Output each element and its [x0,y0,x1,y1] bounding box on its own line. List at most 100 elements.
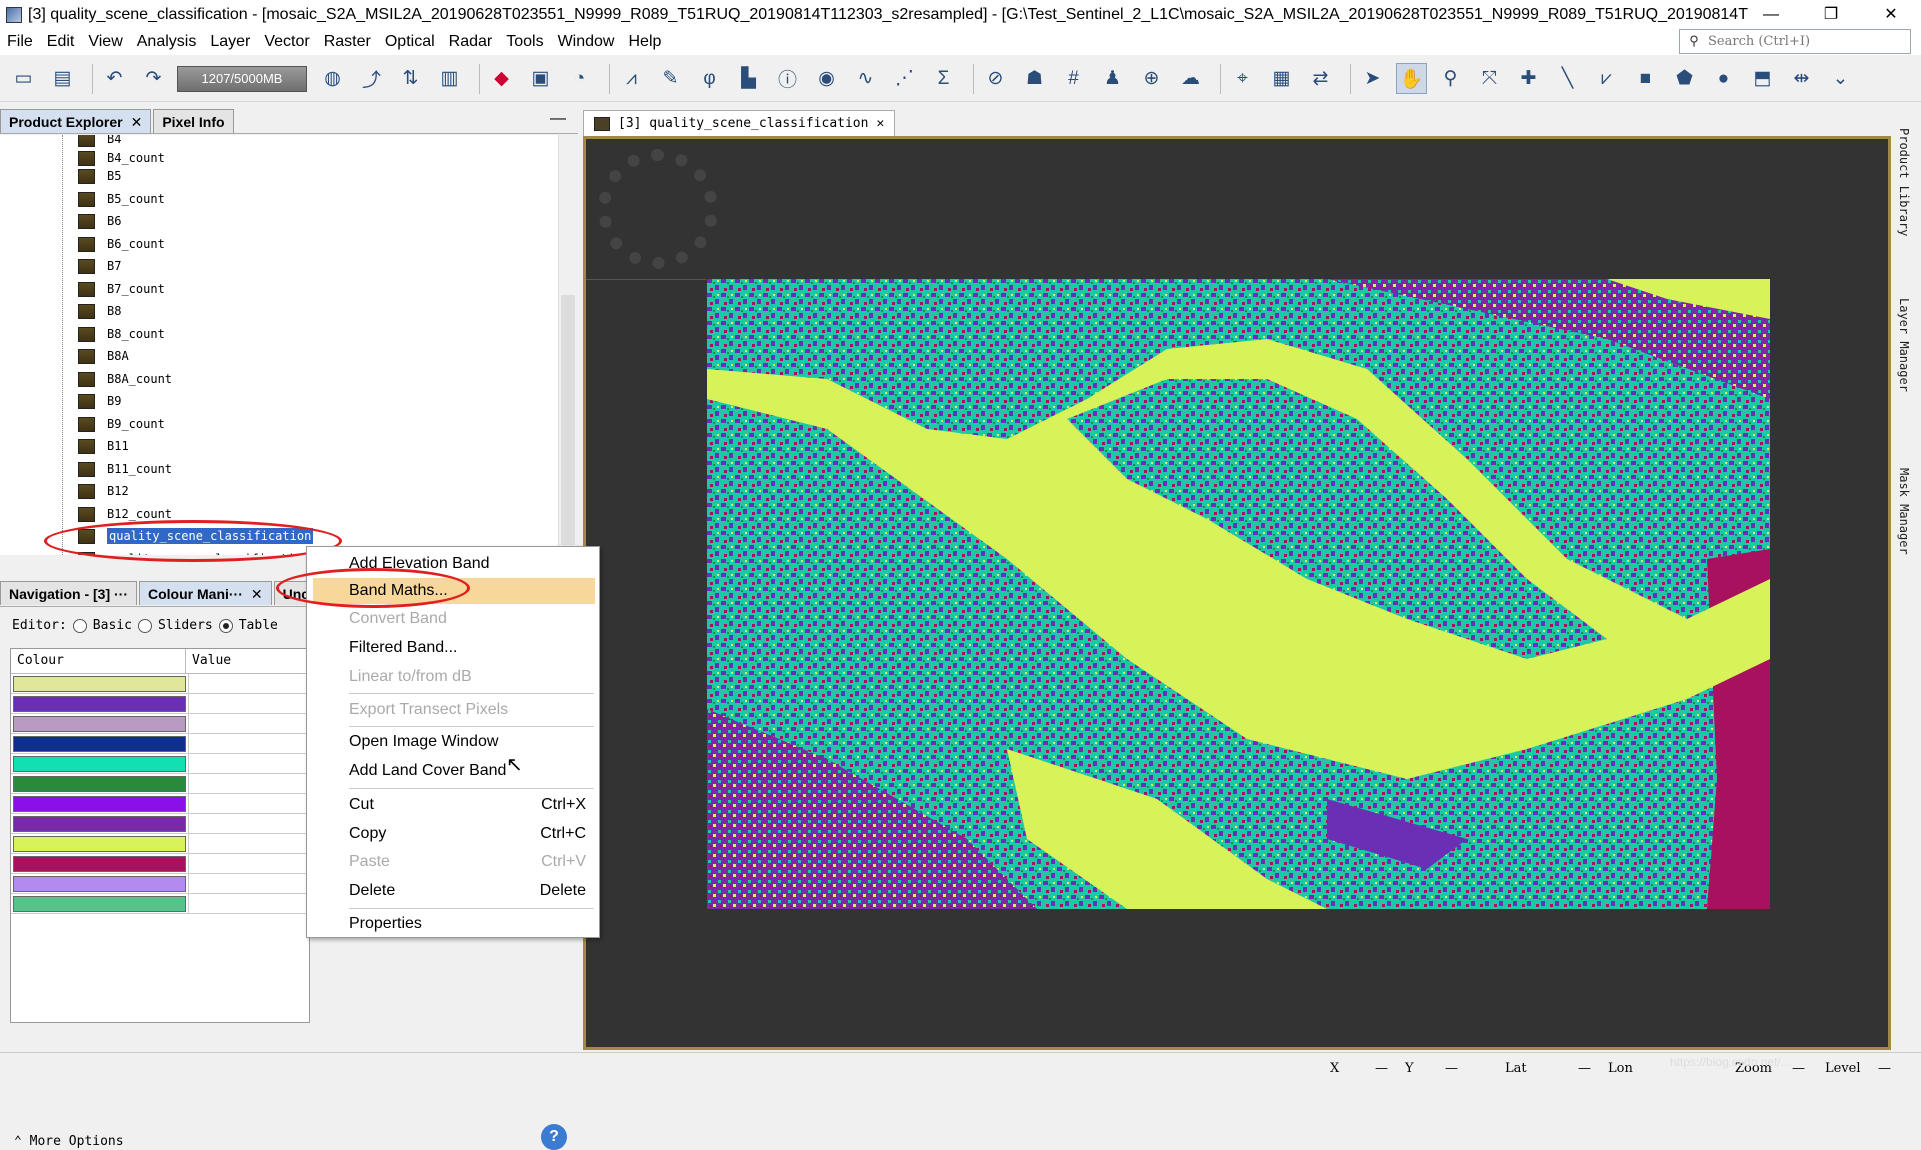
side-tab-mask-manager[interactable]: Mask Manager [1897,468,1911,555]
tree-item-b5-count[interactable]: B5_count [78,189,165,209]
zoom-slider[interactable] [586,279,706,280]
colour-table-row[interactable] [11,674,309,694]
menu-edit[interactable]: Edit [40,29,82,55]
value-cell[interactable] [188,794,309,813]
colour-table-row[interactable] [11,814,309,834]
pan-tool-icon[interactable]: ✋ [1396,63,1427,94]
tree-item-b8-count[interactable]: B8_count [78,324,165,344]
help-button[interactable]: ? [541,1124,567,1150]
tree-item-b4[interactable]: B4 [78,135,121,149]
value-cell[interactable] [188,674,309,693]
colour-swatch[interactable] [13,696,186,712]
gcp-manager-icon[interactable]: ▦ [1266,63,1297,94]
minimize-button[interactable]: — [1741,0,1801,29]
pin-placing-icon[interactable]: ⤧ [1474,63,1505,94]
colour-table-row[interactable] [11,754,309,774]
menu-item-add-land-cover-band[interactable]: Add Land Cover Band [349,758,594,784]
tree-item-b6[interactable]: B6 [78,211,121,231]
value-cell[interactable] [188,874,309,893]
menu-file[interactable]: File [0,29,40,55]
menu-item-linear-to-db[interactable]: Linear to/from dB [349,664,594,690]
wavelength-icon[interactable]: ◔ [564,63,595,94]
side-tab-layer-manager[interactable]: Layer Manager [1897,298,1911,392]
more-options-toggle[interactable]: ⌃ More Options [14,1134,124,1149]
memory-indicator[interactable]: 1207/5000MB [177,65,307,92]
tree-item-b8a-count[interactable]: B8A_count [78,369,172,389]
sync-icon[interactable]: ⇄ [1305,63,1336,94]
layer-icon[interactable]: ☗ [1019,63,1050,94]
insert-figure-icon[interactable]: ⬒ [1747,63,1778,94]
tab-image-view[interactable]: [3] quality_scene_classification ✕ [583,110,896,136]
value-cell[interactable] [188,754,309,773]
save-product-icon[interactable]: ▤ [47,63,78,94]
colour-table-row[interactable] [11,854,309,874]
mask-icon[interactable]: ⊘ [980,63,1011,94]
scatter-icon[interactable]: ⋰ [889,63,920,94]
menu-item-filtered-band[interactable]: Filtered Band... [349,635,594,661]
classification-raster-image[interactable] [707,279,1770,909]
tab-colour-manipulation[interactable]: Colour Mani··· ✕ [139,581,272,605]
gcp-placing-icon[interactable]: ✚ [1513,63,1544,94]
image-view-icon[interactable]: ▣ [525,63,556,94]
zoom-tool-icon[interactable]: ⚲ [1435,63,1466,94]
value-cell[interactable] [188,854,309,873]
tree-item-b9[interactable]: B9 [78,391,121,411]
value-cell[interactable] [188,834,309,853]
menu-item-paste[interactable]: Paste Ctrl+V [349,849,594,875]
value-cell[interactable] [188,814,309,833]
colour-swatch[interactable] [13,676,186,692]
tree-item-b7-count[interactable]: B7_count [78,279,165,299]
menu-help[interactable]: Help [621,29,668,55]
menu-view[interactable]: View [81,29,129,55]
menu-item-cut[interactable]: Cut Ctrl+X [349,792,594,818]
scrollbar-thumb[interactable] [561,295,575,545]
minimize-panel-icon[interactable]: — [550,110,566,128]
tree-item-b9-count[interactable]: B9_count [78,414,165,434]
colour-swatch[interactable] [13,756,186,772]
pan-navigation-control[interactable] [598,149,718,269]
tree-item-b12[interactable]: B12 [78,481,129,501]
overflow-chevron-icon[interactable]: ⌄ [1825,63,1856,94]
redo-icon[interactable]: ↷ [138,63,169,94]
colour-table-row[interactable] [11,694,309,714]
value-cell[interactable] [188,714,309,733]
colour-table-row[interactable] [11,894,309,914]
edit-icon[interactable]: ✎ [655,63,686,94]
range-finder-icon[interactable]: ⇹ [1786,63,1817,94]
scatter-plot-icon[interactable]: ⩘ [616,63,647,94]
menu-optical[interactable]: Optical [378,29,442,55]
rectangle-drawing-icon[interactable]: ■ [1630,63,1661,94]
band-maths-icon[interactable]: ▥ [434,63,465,94]
colour-swatch[interactable] [13,776,186,792]
tab-navigation[interactable]: Navigation - [3] ··· [0,581,137,605]
menu-radar[interactable]: Radar [442,29,500,55]
grid-icon[interactable]: # [1058,63,1089,94]
info-icon[interactable]: ⓘ [772,63,803,94]
restore-button[interactable]: ❐ [1801,0,1861,29]
tree-scrollbar[interactable] [558,135,576,555]
menu-layer[interactable]: Layer [203,29,257,55]
colour-swatch[interactable] [13,896,186,912]
value-cell[interactable] [188,894,309,913]
graph-builder-icon[interactable]: ⤴ [356,63,387,94]
cloud-icon[interactable]: ☁ [1175,63,1206,94]
tree-item-b4-count[interactable]: B4_count [78,148,165,168]
colour-swatch[interactable] [13,716,186,732]
close-icon[interactable]: ✕ [876,116,884,131]
tab-product-explorer[interactable]: Product Explorer ✕ [0,109,152,133]
ellipse-drawing-icon[interactable]: ● [1708,63,1739,94]
world-map-icon[interactable]: ◍ [317,63,348,94]
open-product-icon[interactable]: ▭ [8,63,39,94]
rgb-image-icon[interactable]: ◆ [486,63,517,94]
line-drawing-icon[interactable]: ╲ [1552,63,1583,94]
close-icon[interactable]: ✕ [251,582,263,606]
menu-item-open-image-window[interactable]: Open Image Window [349,729,594,755]
colour-table-row[interactable] [11,714,309,734]
colour-table-row[interactable] [11,834,309,854]
colour-swatch[interactable] [13,816,186,832]
colour-swatch[interactable] [13,856,186,872]
phi-lambda-icon[interactable]: φ [694,63,725,94]
colour-swatch[interactable] [13,876,186,892]
menu-raster[interactable]: Raster [317,29,378,55]
menu-item-delete[interactable]: Delete Delete [349,878,594,904]
